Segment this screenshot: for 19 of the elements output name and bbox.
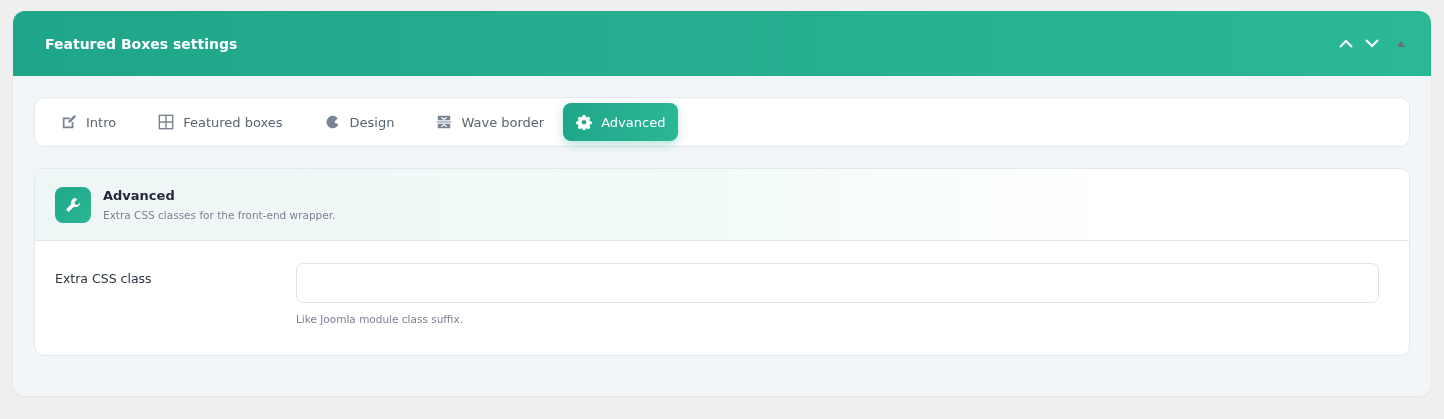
wrench-icon	[55, 186, 91, 223]
tab[interactable]: Intro	[48, 103, 130, 141]
input-field[interactable]	[296, 263, 1379, 303]
tab[interactable]: Wave border	[423, 103, 558, 141]
palette-icon	[324, 114, 341, 130]
field-hint: Like Joomla module class suffix.	[296, 313, 465, 325]
wave-border-icon	[436, 114, 453, 130]
gear-icon	[576, 114, 593, 130]
panel-title: Featured Boxes settings	[45, 35, 239, 52]
tab[interactable]: Design	[311, 103, 408, 141]
section-description: Extra CSS classes for the front-end wrapper.	[103, 209, 336, 221]
chevron-down-icon[interactable]	[1365, 39, 1379, 48]
tab[interactable]: Featured boxes	[145, 103, 296, 141]
collapse-triangle-icon[interactable]	[1397, 40, 1405, 47]
grid-icon	[158, 114, 175, 130]
chevron-up-icon[interactable]	[1339, 39, 1353, 48]
section-title: Advanced	[103, 188, 176, 203]
edit-icon	[61, 114, 77, 130]
field-label: Extra CSS class	[55, 270, 153, 288]
